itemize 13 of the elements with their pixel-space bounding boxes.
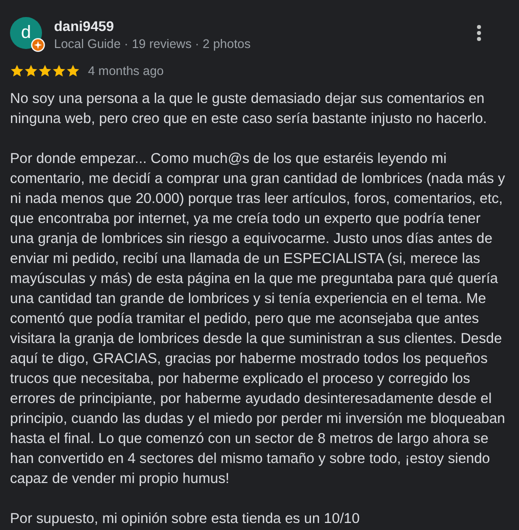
star-icon (10, 64, 24, 78)
author-meta: Local Guide · 19 reviews · 2 photos (54, 36, 252, 52)
more-options-icon[interactable] (476, 24, 482, 42)
review-paragraph: No soy una persona a la que le guste demasiado dejar sus comentarios en ninguna web, pero creo que en este caso sería bastante injusto no hacerlo. (10, 90, 488, 129)
star-icon (38, 64, 52, 78)
review-paragraph: Por supuesto, mi opinión sobre esta tienda es un 10/10 (10, 510, 361, 529)
avatar-letter: d (20, 23, 31, 41)
author-name[interactable]: dani9459 (54, 17, 114, 35)
review-paragraph: Por donde empezar... Como much@s de los que estaréis leyendo mi comentario, me decidí a comprar una gran cantidad de lombrices (nada más y ni nada menos que 20.000) porque tras leer artículos, foros, comentarios, etc, que encontraba por internet, ya me creía todo un experto que podría tener una granja de lombrices sin riesgo a equivocarme. Justo unos días antes de enviar mi pedido, recibí una llamada de un ESPECIALISTA (si, merece las mayúsculas y más) de esta página en la que me preguntaba para qué quería una cantidad tan grande de lombrices y si tenía experiencia en el tema. Me comentó que podía tramitar el pedido, pero que me aconsejaba que antes visitara la granja de lombrices desde la que suministran a sus clientes. Desde aquí te digo, GRACIAS, gracias por haberme mostrado todos los pequeños trucos que necesitaba, por haberme explicado el proceso y corregido los errores de principiante, por haberme ayudado desinteresadamente desde el principio, cuando las dudas y el miedo por perder mi inversión me bloqueaban hasta el final. Lo que comenzó con un sector de 8 metros de largo ahora se han convertido en 4 sectores del mismo tamaño y sobre todo, ¡estoy siendo capaz de vender mi propio humus! (10, 150, 506, 489)
star-icon (66, 64, 80, 78)
review-time: 4 months ago (88, 64, 164, 78)
star-icon (24, 64, 38, 78)
star-icon (52, 64, 66, 78)
